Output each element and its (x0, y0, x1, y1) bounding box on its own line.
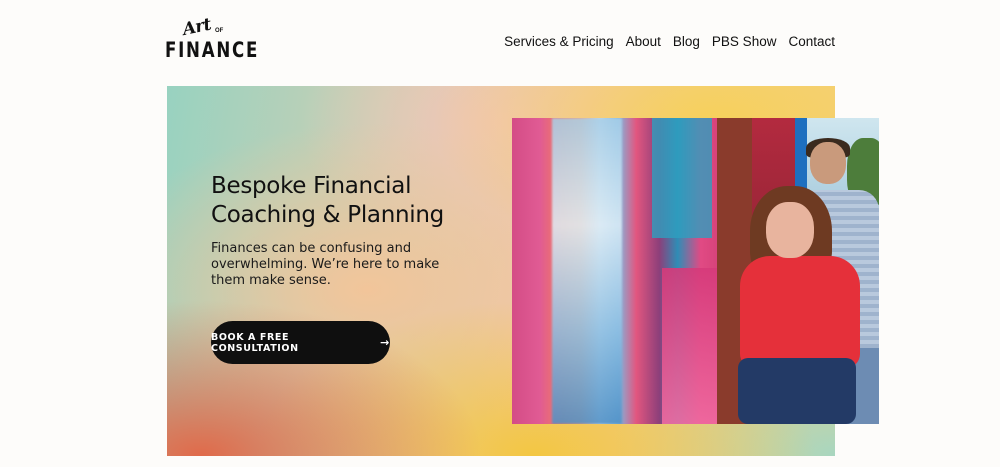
woman-figure (740, 256, 860, 368)
logo-script: Art (180, 14, 213, 40)
book-consultation-button[interactable]: Book a free consultation → (211, 321, 390, 364)
logo[interactable]: Art OF FINANCE (165, 15, 257, 66)
nav-pbs-show[interactable]: PBS Show (712, 34, 777, 49)
mural-stroke (552, 118, 622, 424)
mural-stroke (652, 118, 712, 238)
nav-about[interactable]: About (626, 34, 661, 49)
cta-label: Book a free consultation (211, 331, 299, 354)
logo-of: OF (215, 28, 224, 34)
main-nav: Services & Pricing About Blog PBS Show C… (504, 34, 835, 49)
hero-title: Bespoke Financial Coaching & Planning (211, 173, 444, 228)
nav-blog[interactable]: Blog (673, 34, 700, 49)
nav-services-pricing[interactable]: Services & Pricing (504, 34, 614, 49)
hero-subtitle: Finances can be confusing and overwhelmi… (211, 241, 440, 288)
arrow-right-icon: → (380, 336, 390, 349)
woman-face (766, 202, 814, 258)
logo-wordmark: FINANCE (165, 38, 260, 62)
hero-photo (512, 118, 879, 424)
woman-jeans (738, 358, 856, 424)
nav-contact[interactable]: Contact (788, 34, 835, 49)
man-head (810, 142, 846, 184)
